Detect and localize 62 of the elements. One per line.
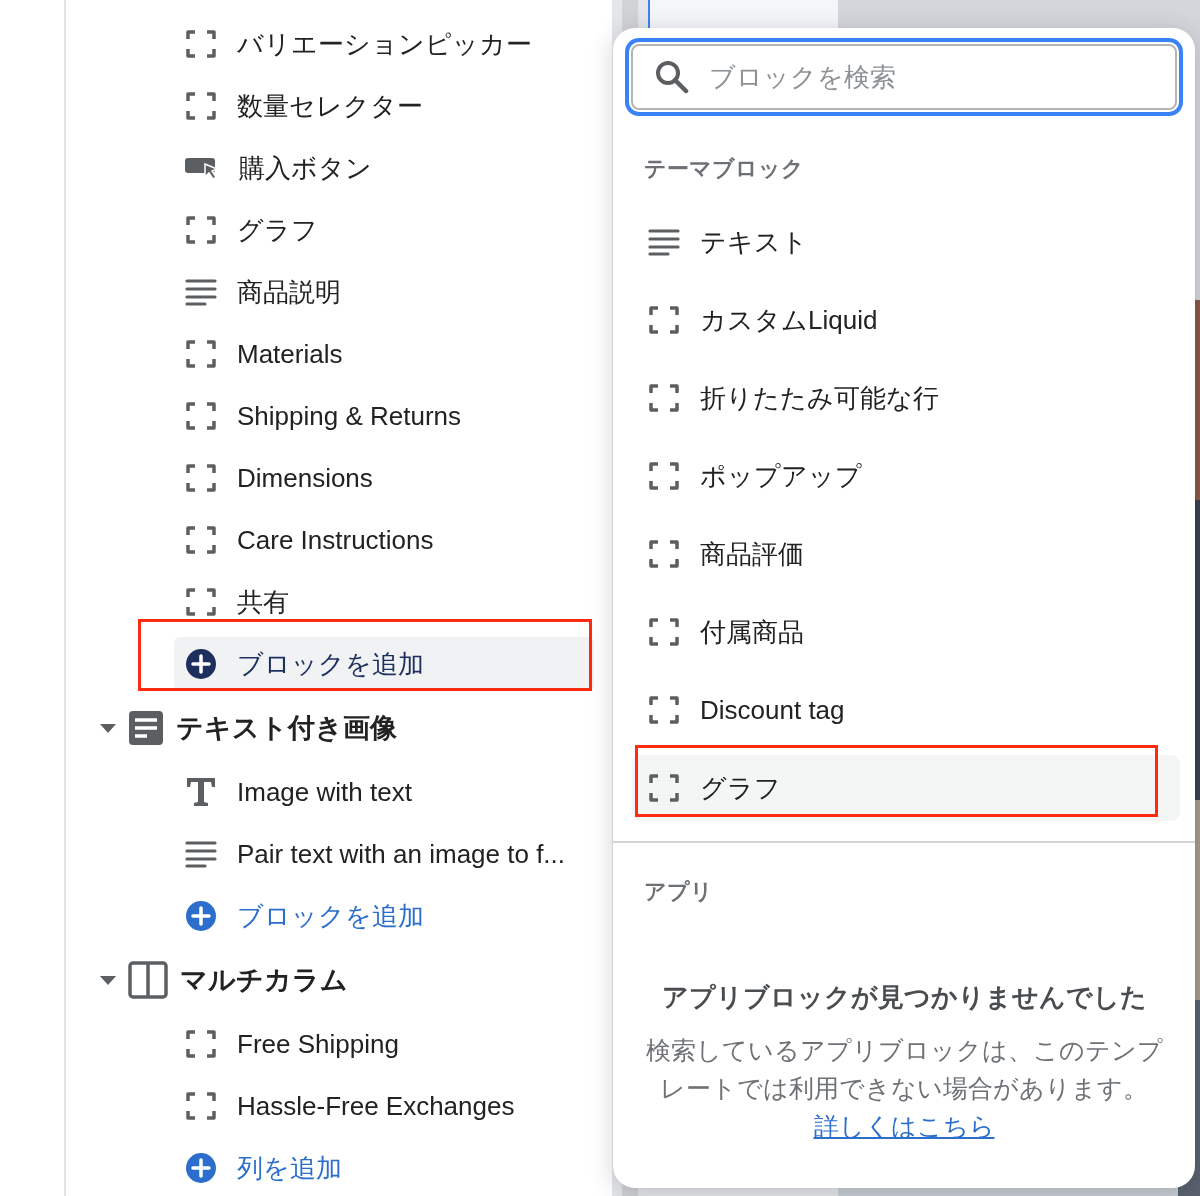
block-label[interactable]: グラフ xyxy=(237,210,318,250)
placeholder-icon xyxy=(648,772,680,804)
placeholder-icon xyxy=(185,214,217,246)
placeholder-icon xyxy=(185,90,217,122)
placeholder-icon xyxy=(648,304,680,336)
placeholder-icon xyxy=(185,524,217,556)
block-label[interactable]: バリエーションピッカー xyxy=(237,24,532,64)
add-icon xyxy=(185,648,217,680)
block-label[interactable]: 購入ボタン xyxy=(239,148,372,188)
block-label[interactable]: Dimensions xyxy=(237,458,373,498)
block-label[interactable]: Shipping & Returns xyxy=(237,396,462,436)
block-label[interactable]: 数量セレクター xyxy=(237,86,423,126)
block-label[interactable]: Hassle-Free Exchanges xyxy=(237,1086,515,1126)
text-lines-icon xyxy=(185,838,217,870)
block-label[interactable]: Pair text with an image to f... xyxy=(237,834,566,874)
placeholder-icon xyxy=(648,382,680,414)
block-option[interactable]: ポップアップ xyxy=(632,443,1180,509)
placeholder-icon xyxy=(648,694,680,726)
block-option[interactable]: グラフ xyxy=(632,755,1180,821)
block-label[interactable]: Free Shipping xyxy=(237,1024,399,1064)
section-heading: テーマブロック xyxy=(644,155,805,183)
add-block-button[interactable]: ブロックを追加 xyxy=(174,889,594,943)
block-option[interactable]: 折りたたみ可能な行 xyxy=(632,365,1180,431)
caret-icon[interactable] xyxy=(100,722,116,734)
block-label[interactable]: Care Instructions xyxy=(237,520,434,560)
section-title[interactable]: テキスト付き画像 xyxy=(176,707,397,749)
empty-state-text: 検索しているアプリブロックは、このテンプレートでは利用できない場合があります。 詳しくはこちら xyxy=(644,1035,1164,1142)
caret-icon[interactable] xyxy=(100,974,116,986)
placeholder-icon xyxy=(648,460,680,492)
add-block-button[interactable]: 列を追加 xyxy=(174,1141,594,1195)
placeholder-icon xyxy=(185,1090,217,1122)
placeholder-icon xyxy=(185,586,217,618)
block-label[interactable]: Materials xyxy=(237,334,343,374)
empty-state-title: アプリブロックが見つかりませんでした xyxy=(660,981,1148,1014)
search-icon xyxy=(655,60,689,94)
placeholder-icon xyxy=(185,28,217,60)
placeholder-icon xyxy=(648,538,680,570)
block-label[interactable]: Image with text xyxy=(237,772,412,812)
section-heading: アプリ xyxy=(644,878,714,906)
serif-t-icon xyxy=(185,776,217,808)
placeholder-icon xyxy=(185,1028,217,1060)
block-option[interactable]: Discount tag xyxy=(632,677,1180,743)
section-title[interactable]: マルチカラム xyxy=(180,959,348,1001)
block-label[interactable]: 商品説明 xyxy=(237,272,341,312)
add-icon xyxy=(185,1152,217,1184)
text-lines-icon xyxy=(648,226,680,258)
image-text-section-icon xyxy=(128,710,164,746)
placeholder-icon xyxy=(185,400,217,432)
block-label[interactable]: 共有 xyxy=(237,582,289,622)
placeholder-icon xyxy=(185,338,217,370)
block-option[interactable]: 付属商品 xyxy=(632,599,1180,665)
placeholder-icon xyxy=(185,462,217,494)
search-field[interactable]: ブロックを検索 xyxy=(631,44,1177,110)
block-option[interactable]: 商品評価 xyxy=(632,521,1180,587)
columns-section-icon xyxy=(128,961,168,999)
add-block-button[interactable]: ブロックを追加 xyxy=(174,637,594,691)
text-lines-icon xyxy=(185,276,217,308)
learn-more-link[interactable]: 詳しくはこちら xyxy=(813,1112,995,1140)
add-icon xyxy=(185,900,217,932)
placeholder-icon xyxy=(648,616,680,648)
block-option[interactable]: テキスト xyxy=(632,209,1180,275)
block-option[interactable]: カスタムLiquid xyxy=(632,287,1180,353)
